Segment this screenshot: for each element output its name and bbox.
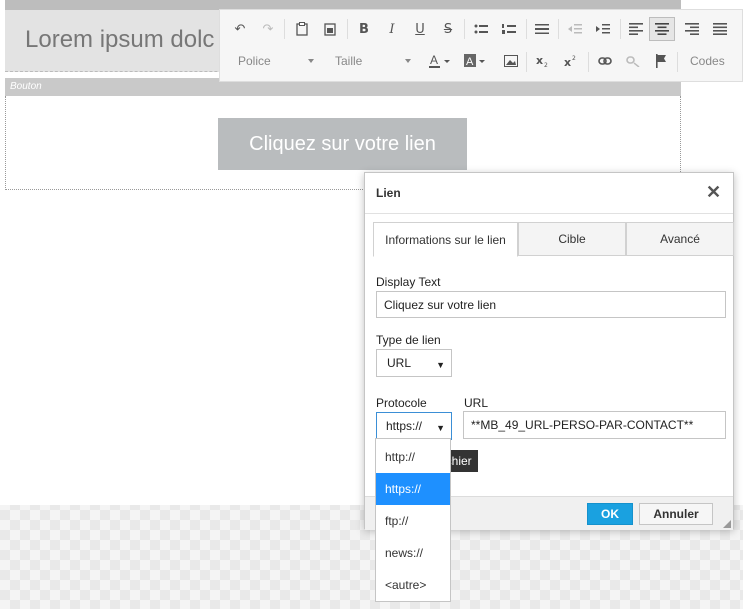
toolbar-separator (677, 52, 678, 72)
toolbar-separator (347, 19, 348, 39)
link-icon[interactable] (595, 51, 615, 71)
protocol-option-ftp[interactable]: ftp:// (376, 505, 450, 537)
bullet-list-icon[interactable] (471, 19, 491, 39)
resize-handle[interactable] (723, 520, 731, 528)
unlink-icon[interactable] (623, 51, 643, 71)
url-input[interactable]: **MB_49_URL-PERSO-PAR-CONTACT** (463, 411, 726, 439)
protocol-value: https:// (386, 419, 423, 433)
size-combo-label: Taille (335, 54, 363, 68)
toolbar-separator (588, 52, 589, 72)
protocol-label: Protocole (376, 396, 427, 410)
bold-icon[interactable]: B (354, 19, 374, 39)
toolbar-separator (284, 19, 285, 39)
paste-word-icon[interactable] (320, 19, 340, 39)
display-text-input[interactable]: Cliquez sur votre lien (376, 291, 726, 318)
toolbar-separator (526, 52, 527, 72)
underline-icon[interactable]: U (410, 19, 430, 39)
superscript-icon[interactable]: x2 (561, 51, 581, 71)
dialog-title-divider (365, 213, 733, 214)
toolbar-separator (526, 19, 527, 39)
svg-text:x: x (536, 54, 543, 67)
font-combo[interactable]: Police (238, 54, 318, 68)
numbered-list-icon[interactable] (499, 19, 519, 39)
bouton-block-label: Bouton (10, 81, 42, 92)
toolbar-separator (558, 19, 559, 39)
close-icon[interactable]: ✕ (706, 183, 721, 201)
subscript-icon[interactable]: x2 (533, 51, 553, 71)
font-combo-label: Police (238, 54, 271, 68)
dialog-tabs: Informations sur le lien Cible Avancé (373, 222, 734, 257)
size-combo[interactable]: Taille (335, 54, 415, 68)
svg-text:2: 2 (572, 55, 576, 62)
link-type-label: Type de lien (376, 333, 441, 347)
toolbar-separator (620, 19, 621, 39)
background-color-icon[interactable]: A (463, 51, 489, 71)
redo-icon[interactable]: ↷ (258, 19, 278, 39)
protocol-option-other[interactable]: <autre> (376, 569, 450, 601)
italic-icon[interactable]: I (382, 19, 402, 39)
paste-icon[interactable] (292, 19, 312, 39)
outdent-icon[interactable] (565, 19, 585, 39)
protocol-option-http[interactable]: http:// (376, 441, 450, 473)
svg-text:A: A (430, 54, 438, 67)
svg-text:x: x (564, 56, 571, 68)
chevron-down-icon: ▼ (436, 360, 445, 370)
image-icon[interactable] (501, 51, 521, 71)
horizontal-rule-icon[interactable] (532, 19, 552, 39)
link-type-select[interactable]: URL ▼ (376, 349, 452, 377)
tab-target[interactable]: Cible (518, 222, 626, 256)
codes-button[interactable]: Codes (690, 54, 725, 68)
chevron-down-icon (308, 59, 314, 63)
chevron-down-icon (405, 59, 411, 63)
strikethrough-icon[interactable]: S (438, 19, 458, 39)
cta-button[interactable]: Cliquez sur votre lien (218, 118, 467, 170)
tab-advanced[interactable]: Avancé (626, 222, 734, 256)
anchor-flag-icon[interactable] (651, 51, 671, 71)
chevron-down-icon: ▼ (436, 423, 445, 433)
protocol-dropdown: http:// https:// ftp:// news:// <autre> (375, 438, 451, 602)
ok-button[interactable]: OK (587, 503, 633, 525)
protocol-option-https[interactable]: https:// (376, 473, 450, 505)
protocol-select[interactable]: https:// ▼ (376, 412, 452, 440)
indent-icon[interactable] (593, 19, 613, 39)
align-right-icon[interactable] (682, 19, 702, 39)
justify-icon[interactable] (710, 19, 730, 39)
display-text-label: Display Text (376, 275, 441, 289)
align-center-icon[interactable] (649, 17, 675, 41)
lorem-text[interactable]: Lorem ipsum dolc (25, 26, 214, 54)
dialog-title: Lien (376, 186, 401, 200)
cancel-button[interactable]: Annuler (639, 503, 713, 525)
svg-text:A: A (466, 56, 474, 68)
link-type-value: URL (387, 356, 412, 370)
protocol-option-news[interactable]: news:// (376, 537, 450, 569)
tab-link-info[interactable]: Informations sur le lien (373, 222, 518, 257)
align-left-icon[interactable] (626, 19, 646, 39)
editor-toolbar: ↶ ↷ B I U S Police Taille A A x 2 x 2 Co… (219, 9, 743, 82)
text-color-icon[interactable]: A (428, 51, 454, 71)
toolbar-separator (464, 19, 465, 39)
url-label: URL (464, 396, 489, 410)
svg-text:2: 2 (544, 62, 548, 68)
undo-icon[interactable]: ↶ (230, 19, 250, 39)
